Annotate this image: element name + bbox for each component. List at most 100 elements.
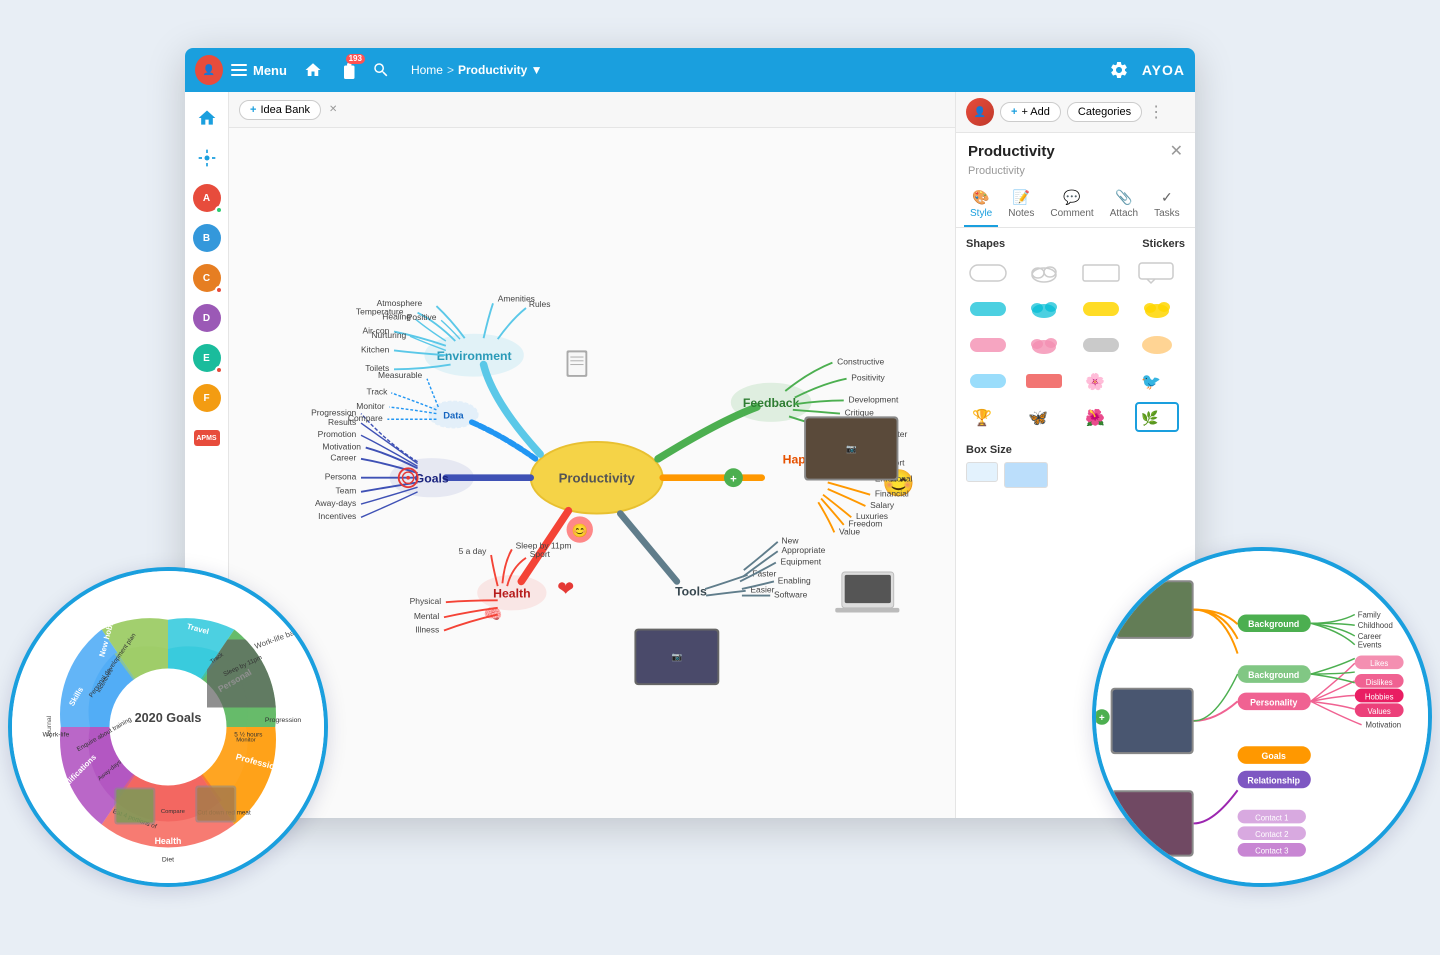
box-size-small[interactable] <box>966 462 998 482</box>
svg-text:Background: Background <box>1248 670 1299 680</box>
svg-text:Health: Health <box>155 836 182 846</box>
panel-close-button[interactable]: ✕ <box>1170 141 1183 161</box>
shape-yellow-cloud[interactable] <box>1135 294 1179 324</box>
svg-text:+: + <box>1099 713 1105 724</box>
svg-text:📷: 📷 <box>672 652 683 662</box>
idea-bank-close-icon[interactable]: ✕ <box>329 104 337 115</box>
tab-style[interactable]: 🎨 Style <box>964 183 998 227</box>
shape-sticker-3[interactable]: 🦋 <box>1022 402 1066 432</box>
breadcrumb-current[interactable]: Productivity ▼ <box>458 63 543 77</box>
svg-text:Enabling: Enabling <box>778 575 811 585</box>
svg-text:+: + <box>730 473 737 485</box>
panel-subtitle: Productivity <box>956 165 1195 183</box>
sidebar-teams-label[interactable]: APMS <box>189 420 225 456</box>
tab-notes[interactable]: 📝 Notes <box>1002 183 1040 227</box>
top-bar-right: AYOA <box>1106 57 1185 83</box>
shape-cloud-outline[interactable] <box>1022 258 1066 288</box>
search-nav-icon[interactable] <box>367 56 395 84</box>
svg-text:Personality: Personality <box>1250 697 1297 707</box>
shapes-label: Shapes <box>966 238 1005 250</box>
svg-text:Team: Team <box>336 486 357 496</box>
panel-more-icon[interactable]: ⋮ <box>1148 102 1164 122</box>
shape-pink-pill[interactable] <box>966 330 1010 360</box>
comment-tab-label: Comment <box>1050 208 1093 219</box>
shape-teal-pill[interactable] <box>966 294 1010 324</box>
circle-diagram-left: 2020 Goals Personal Professional Health … <box>8 567 328 887</box>
shape-teal-cloud[interactable] <box>1022 294 1066 324</box>
tab-tasks[interactable]: ✓ Tasks <box>1148 183 1186 227</box>
shape-light-blue[interactable] <box>966 366 1010 396</box>
shape-sticker-1[interactable]: 🌸 <box>1079 366 1123 396</box>
shape-peach-blob[interactable] <box>1135 330 1179 360</box>
svg-text:Salary: Salary <box>870 500 895 510</box>
sidebar-avatar-2[interactable]: B <box>189 220 225 256</box>
svg-text:🌺: 🌺 <box>1085 408 1105 427</box>
box-size-options <box>966 462 1185 488</box>
svg-text:Motivation: Motivation <box>1366 721 1402 730</box>
categories-label: Categories <box>1078 106 1131 118</box>
svg-text:Positive: Positive <box>407 312 437 322</box>
svg-text:Away-days: Away-days <box>315 498 356 508</box>
breadcrumb-separator: > <box>447 63 454 77</box>
home-nav-icon[interactable] <box>299 56 327 84</box>
tab-more[interactable]: ··· More <box>1190 184 1195 227</box>
tab-comment[interactable]: 💬 Comment <box>1044 183 1099 227</box>
box-size-section: Box Size <box>966 444 1185 488</box>
badge-count: 193 <box>346 54 365 64</box>
panel-user-avatar[interactable]: 👤 <box>966 98 994 126</box>
profile-avatar-icon[interactable]: 👤 <box>195 56 223 84</box>
browser-window: 👤 Menu 193 Home > Productivity ▼ <box>185 48 1195 818</box>
tasks-tab-icon: ✓ <box>1161 189 1173 206</box>
circle-diagram-right: Background Personality Goals Relationshi… <box>1092 547 1432 887</box>
shape-yellow-pill[interactable] <box>1079 294 1123 324</box>
sidebar-avatar-6[interactable]: F <box>189 380 225 416</box>
svg-text:Work-life: Work-life <box>43 732 70 739</box>
stickers-label: Stickers <box>1142 238 1185 250</box>
nav-icons: 193 <box>299 56 395 84</box>
svg-text:Rules: Rules <box>529 299 551 309</box>
tasks-nav-icon[interactable]: 193 <box>333 56 361 84</box>
breadcrumb-home[interactable]: Home <box>411 63 443 77</box>
sidebar-avatar-3[interactable]: C <box>189 260 225 296</box>
shape-pink-cloud[interactable] <box>1022 330 1066 360</box>
svg-text:Compare: Compare <box>161 809 185 815</box>
shape-rect-outline[interactable] <box>1079 258 1123 288</box>
box-size-medium[interactable] <box>1004 462 1048 488</box>
add-button[interactable]: + + Add <box>1000 102 1061 122</box>
svg-text:Monitor: Monitor <box>356 401 384 411</box>
menu-button[interactable]: Menu <box>231 63 287 78</box>
svg-text:Track: Track <box>367 387 389 397</box>
panel-title: Productivity <box>968 143 1055 160</box>
shape-sticker-trophy[interactable]: 🏆 <box>966 402 1010 432</box>
sidebar-avatar-5[interactable]: E <box>189 340 225 376</box>
svg-text:Dislikes: Dislikes <box>1366 678 1393 687</box>
sidebar-item-mindmap[interactable] <box>189 140 225 176</box>
sidebar-item-home[interactable] <box>189 100 225 136</box>
settings-icon[interactable] <box>1106 57 1132 83</box>
svg-text:Health: Health <box>493 586 530 600</box>
hamburger-icon <box>231 64 247 76</box>
svg-text:🏆: 🏆 <box>972 408 992 427</box>
svg-text:Financial: Financial <box>875 489 909 499</box>
idea-bank-button[interactable]: + Idea Bank <box>239 100 321 120</box>
notes-tab-icon: 📝 <box>1013 189 1030 206</box>
canvas-area[interactable]: Productivity Environment Temperature Atm… <box>229 128 955 818</box>
svg-text:Relationship: Relationship <box>1247 775 1300 785</box>
shape-sticker-4[interactable]: 🌺 <box>1079 402 1123 432</box>
sidebar-avatar-1[interactable]: A <box>189 180 225 216</box>
svg-text:Critique: Critique <box>845 407 874 417</box>
svg-text:Feedback: Feedback <box>743 396 800 410</box>
shape-speech-bubble[interactable] <box>1135 258 1179 288</box>
shape-sticker-selected[interactable]: 🌿 <box>1135 402 1179 432</box>
shape-sticker-2[interactable]: 🐦 <box>1135 366 1179 396</box>
shape-rounded-rect-outline[interactable] <box>966 258 1010 288</box>
sidebar-avatar-4[interactable]: D <box>189 300 225 336</box>
svg-text:Data: Data <box>443 409 464 420</box>
panel-title-bar: Productivity ✕ <box>956 133 1195 165</box>
shape-grey-pill[interactable] <box>1079 330 1123 360</box>
attach-tab-icon: 📎 <box>1115 189 1132 206</box>
categories-button[interactable]: Categories <box>1067 102 1142 122</box>
shape-red-rect[interactable] <box>1022 366 1066 396</box>
svg-text:Measurable: Measurable <box>378 370 423 380</box>
tab-attach[interactable]: 📎 Attach <box>1104 183 1144 227</box>
